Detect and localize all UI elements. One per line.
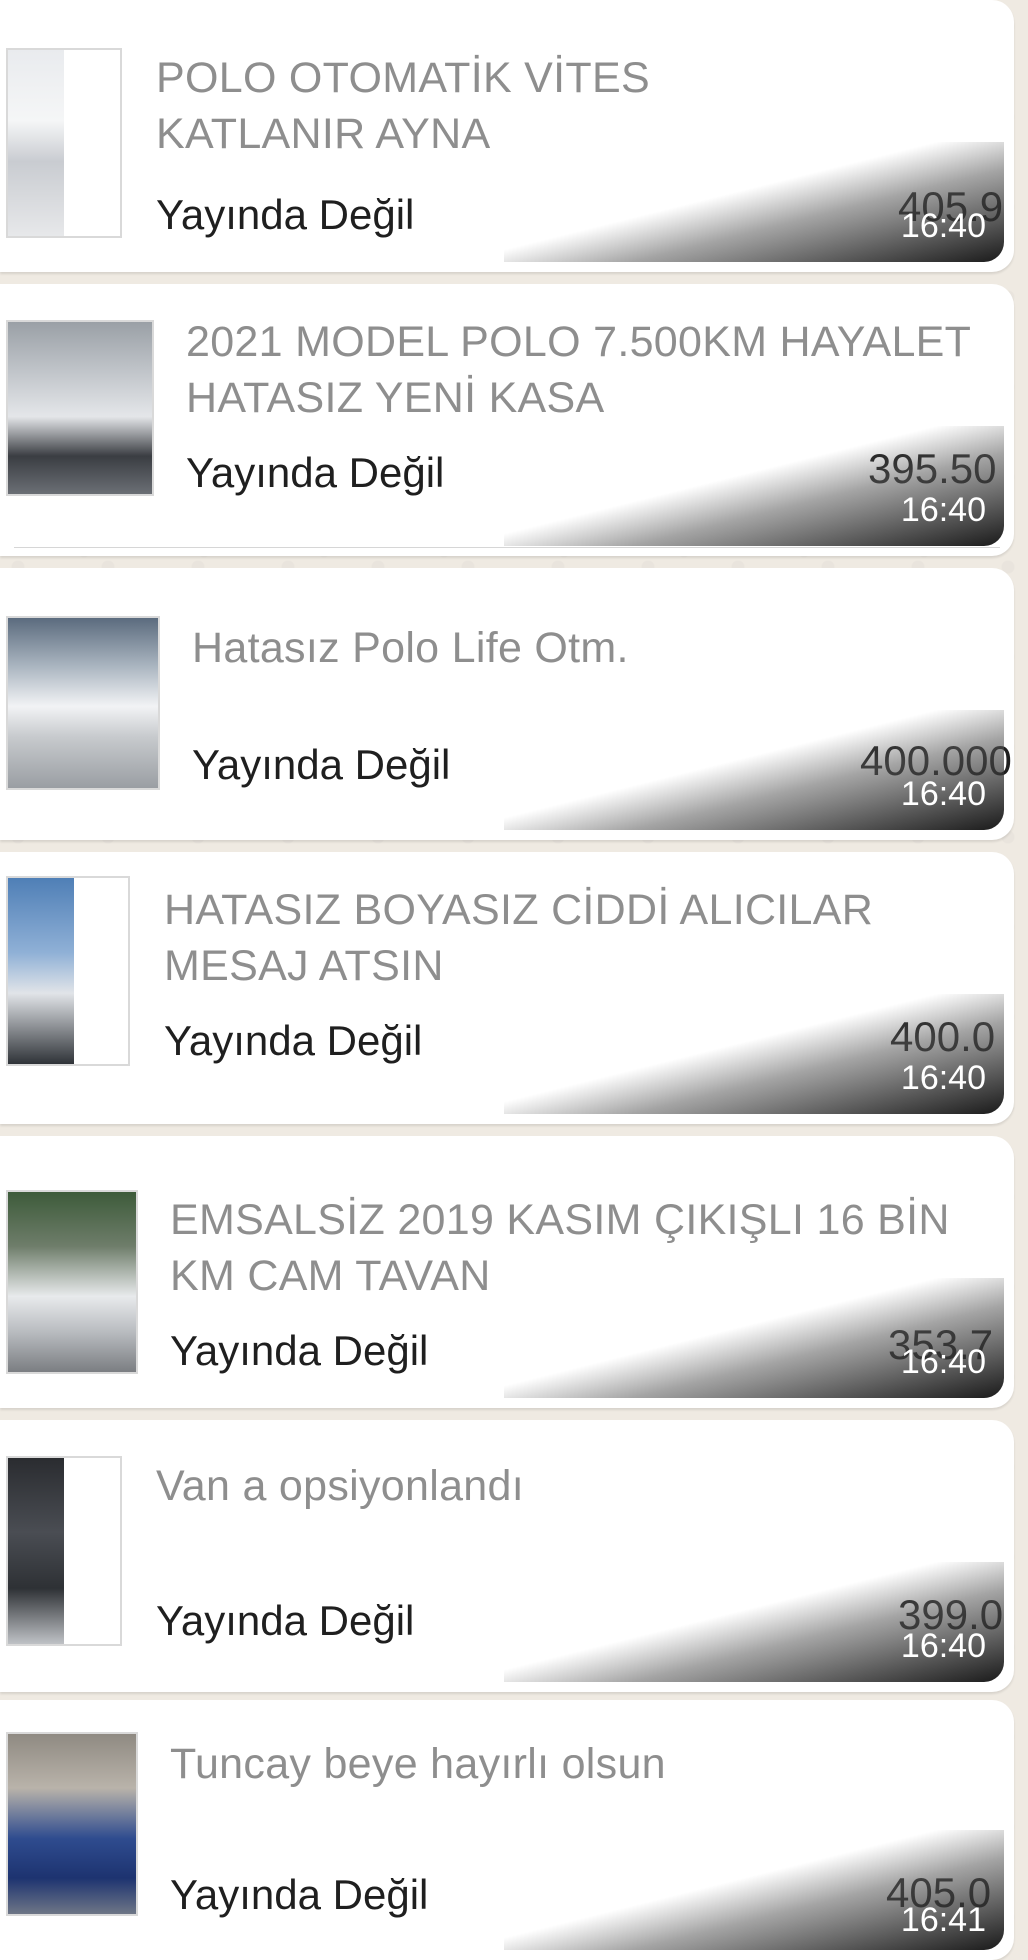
message-time: 16:40 <box>900 775 986 813</box>
listing-message[interactable]: POLO OTOMATİK VİTES KATLANIR AYNA Yayınd… <box>0 0 1014 272</box>
listing-message[interactable]: Van a opsiyonlandı Yayında Değil 399.0 1… <box>0 1420 1014 1692</box>
listing-price: 395.50 <box>868 445 997 492</box>
bubble-divider <box>14 547 1000 548</box>
listing-title: POLO OTOMATİK VİTES KATLANIR AYNA <box>156 54 650 158</box>
listing-message[interactable]: Hatasız Polo Life Otm. Yayında Değil 400… <box>0 568 1014 840</box>
listing-status: Yayında Değil <box>192 741 451 788</box>
message-time: 16:40 <box>900 1059 986 1097</box>
car-thumbnail[interactable] <box>6 876 130 1066</box>
car-photo <box>8 322 152 494</box>
car-photo <box>8 618 158 788</box>
listing-status: Yayında Değil <box>156 1597 415 1644</box>
listing-status: Yayında Değil <box>170 1327 429 1374</box>
listing-status: Yayında Değil <box>156 191 415 238</box>
car-photo <box>8 1192 136 1372</box>
car-thumbnail[interactable] <box>6 1732 138 1916</box>
listing-title: EMSALSİZ 2019 KASIM ÇIKIŞLI 16 BİN KM CA… <box>170 1196 950 1300</box>
car-photo <box>8 1458 64 1644</box>
car-thumbnail[interactable] <box>6 1190 138 1374</box>
message-time: 16:40 <box>900 207 986 245</box>
car-photo <box>8 1734 136 1914</box>
listing-status: Yayında Değil <box>164 1017 423 1064</box>
listing-message[interactable]: HATASIZ BOYASIZ CİDDİ ALICILAR MESAJ ATS… <box>0 852 1014 1124</box>
listing-title: HATASIZ BOYASIZ CİDDİ ALICILAR MESAJ ATS… <box>164 886 874 990</box>
listing-message[interactable]: Tuncay beye hayırlı olsun Yayında Değil … <box>0 1700 1014 1960</box>
car-thumbnail[interactable] <box>6 320 154 496</box>
car-thumbnail[interactable] <box>6 48 122 238</box>
listing-title: Tuncay beye hayırlı olsun <box>170 1740 666 1788</box>
listing-title: 2021 MODEL POLO 7.500KM HAYALET HATASIZ … <box>186 318 972 422</box>
listing-status: Yayında Değil <box>186 449 445 496</box>
car-photo <box>8 878 74 1064</box>
listing-price: 400.0 <box>890 1013 996 1060</box>
listing-message[interactable]: 2021 MODEL POLO 7.500KM HAYALET HATASIZ … <box>0 284 1014 556</box>
listing-message[interactable]: EMSALSİZ 2019 KASIM ÇIKIŞLI 16 BİN KM CA… <box>0 1136 1014 1408</box>
listing-status: Yayında Değil <box>170 1871 429 1918</box>
message-time: 16:40 <box>900 1343 986 1381</box>
car-thumbnail[interactable] <box>6 1456 122 1646</box>
message-time: 16:40 <box>900 491 986 529</box>
car-photo <box>8 50 64 236</box>
car-thumbnail[interactable] <box>6 616 160 790</box>
listing-title: Van a opsiyonlandı <box>156 1462 524 1510</box>
chat-background: POLO OTOMATİK VİTES KATLANIR AYNA Yayınd… <box>0 0 1028 1960</box>
message-time: 16:41 <box>900 1901 986 1939</box>
message-time: 16:40 <box>900 1627 986 1665</box>
listing-title: Hatasız Polo Life Otm. <box>192 624 629 672</box>
